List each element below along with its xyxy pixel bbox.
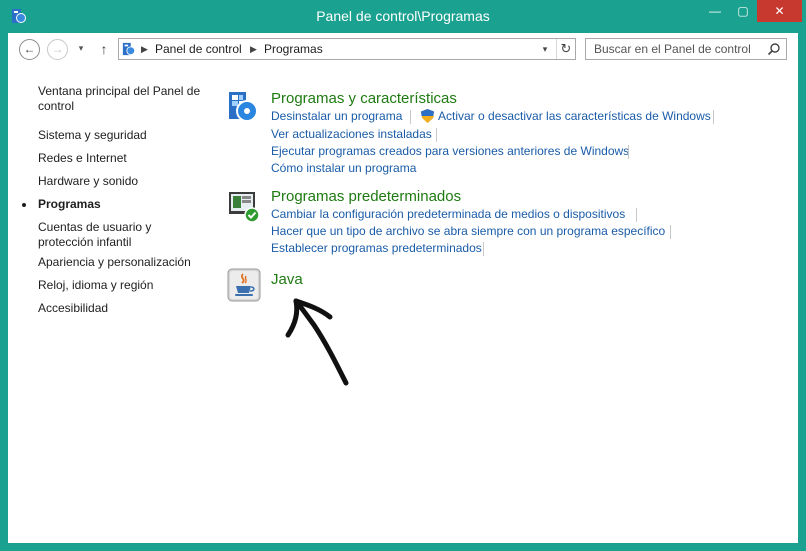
maximize-button[interactable]: ▢	[732, 0, 754, 22]
close-button[interactable]: ✕	[757, 0, 802, 22]
minimize-button[interactable]: —	[704, 0, 726, 22]
control-panel-window: Panel de control\Programas — ▢ ✕ ← → ▾ ↑…	[0, 0, 806, 551]
client-area: ← → ▾ ↑ ▶ Panel de control ▶ Programas ▾…	[8, 33, 798, 543]
window-title: Panel de control\Programas	[316, 8, 490, 24]
hand-drawn-arrow-icon	[285, 298, 349, 386]
title-bar[interactable]: Panel de control\Programas — ▢ ✕	[0, 0, 806, 33]
